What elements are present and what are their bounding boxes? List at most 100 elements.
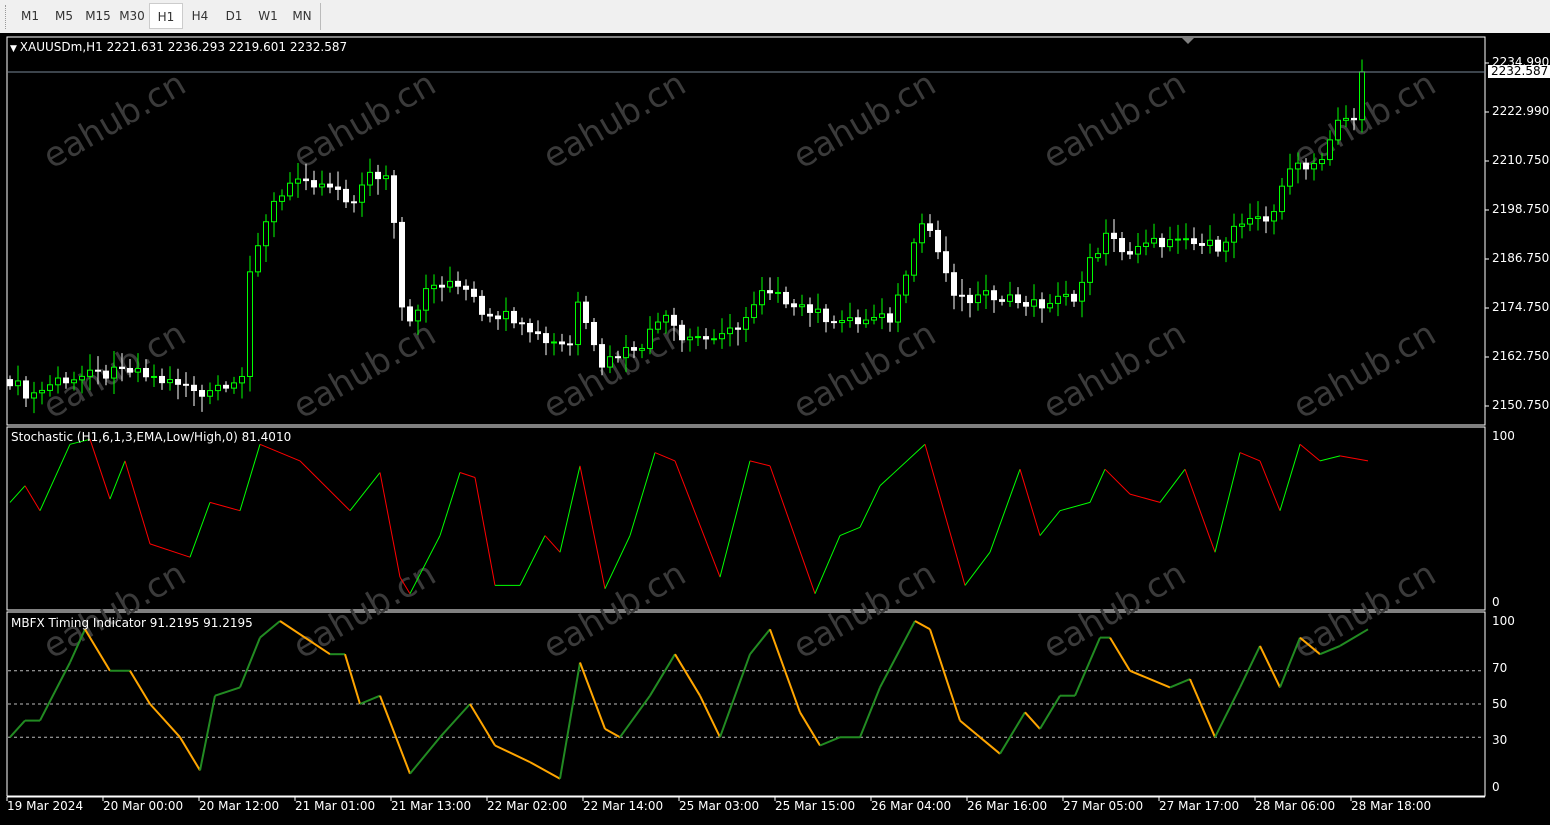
bear-candle xyxy=(7,379,13,387)
price-axis-label: 2150.750 xyxy=(1492,398,1550,412)
bear-candle xyxy=(559,341,565,345)
mbfx-segment xyxy=(604,728,621,739)
time-axis-label: 20 Mar 00:00 xyxy=(103,799,184,813)
stochastic-segment xyxy=(9,485,26,503)
bull-candle xyxy=(1335,119,1341,141)
bull-candle xyxy=(1047,302,1053,309)
stochastic-segment xyxy=(629,452,656,536)
watermark: eahub.cn xyxy=(536,314,692,427)
bull-candle xyxy=(1255,216,1261,220)
stochastic-title: Stochastic (H1,6,1,3,EMA,Low/High,0) 81.… xyxy=(11,430,292,444)
stochastic-segment xyxy=(89,439,111,500)
stochastic-segment xyxy=(544,535,561,553)
mbfx-segment xyxy=(344,653,361,705)
stochastic-segment xyxy=(1159,468,1186,503)
stochastic-segment xyxy=(299,460,351,512)
bull-candle xyxy=(1343,117,1349,121)
bull-candle xyxy=(71,379,77,384)
bull-candle xyxy=(1175,238,1181,241)
bull-candle xyxy=(1143,242,1149,248)
bear-candle xyxy=(495,315,501,320)
bear-candle xyxy=(703,336,709,340)
stochastic-segment xyxy=(859,485,881,528)
mbfx-segment xyxy=(149,703,181,738)
bull-candle xyxy=(1167,239,1173,248)
stochastic-segment xyxy=(1339,455,1369,462)
mbfx-segment xyxy=(579,662,606,730)
time-axis-label: 28 Mar 18:00 xyxy=(1351,799,1432,813)
bull-candle xyxy=(1087,257,1093,283)
bull-candle xyxy=(751,304,757,319)
stochastic-segment xyxy=(1279,444,1301,511)
mbfx-segment xyxy=(914,620,931,631)
bull-candle xyxy=(1151,237,1157,244)
bull-candle xyxy=(359,184,365,203)
bull-candle xyxy=(447,280,453,288)
bear-candle xyxy=(23,380,29,399)
mbfx-segment xyxy=(649,653,676,697)
bull-candle xyxy=(1311,163,1317,170)
bear-candle xyxy=(527,323,533,333)
bull-candle xyxy=(1279,185,1285,213)
price-axis-label: 2186.750 xyxy=(1492,251,1550,265)
bear-candle xyxy=(1351,117,1357,121)
mbfx-segment xyxy=(1024,711,1041,730)
bull-candle xyxy=(759,290,765,306)
bear-candle xyxy=(471,288,477,297)
time-axis-label: 20 Mar 12:00 xyxy=(199,799,280,813)
mbfx-segment xyxy=(1259,645,1281,688)
bull-candle xyxy=(367,171,373,186)
bear-candle xyxy=(567,343,573,346)
price-axis-label: 2198.750 xyxy=(1492,202,1550,216)
bear-candle xyxy=(1111,232,1117,240)
chart-canvas[interactable]: eahub.cn eahub.cn eahub.cn eahub.cn eahub.cn… xyxy=(0,0,1550,825)
stochastic-segment xyxy=(1184,469,1216,553)
bull-candle xyxy=(1207,239,1213,246)
stochastic-segment xyxy=(24,485,41,511)
watermark: eahub.cn xyxy=(36,64,192,177)
bear-candle xyxy=(583,301,589,323)
bull-candle xyxy=(687,336,693,341)
time-axis-label: 21 Mar 13:00 xyxy=(391,799,472,813)
stochastic-segment xyxy=(769,465,816,594)
mbfx-segment xyxy=(1039,695,1061,730)
bear-candle xyxy=(191,384,197,392)
bull-candle xyxy=(239,375,245,384)
bear-candle xyxy=(511,310,517,324)
bear-candle xyxy=(1191,238,1197,245)
mbfx-segment xyxy=(259,620,281,639)
bear-candle xyxy=(1199,243,1205,246)
mbfx-segment xyxy=(559,662,581,779)
mbfx-segment xyxy=(1189,678,1216,738)
bull-candle xyxy=(1063,293,1069,297)
stochastic-segment xyxy=(654,452,676,462)
bull-candle xyxy=(551,341,557,344)
bull-candle xyxy=(775,291,781,294)
stochastic-segment xyxy=(459,472,476,478)
bull-candle xyxy=(231,382,237,389)
mbfx-segment xyxy=(214,686,241,697)
watermark: eahub.cn xyxy=(786,314,942,427)
bull-candle xyxy=(1239,223,1245,227)
stochastic-segment xyxy=(1259,460,1281,511)
collapse-triangle-icon[interactable]: ▼ xyxy=(10,44,20,54)
bull-candle xyxy=(863,319,869,325)
bull-candle xyxy=(815,308,821,313)
bull-candle xyxy=(87,369,93,377)
bull-candle xyxy=(1103,232,1109,255)
bear-candle xyxy=(791,303,797,308)
bear-candle xyxy=(543,333,549,344)
mbfx-segment xyxy=(359,694,381,705)
bull-candle xyxy=(47,384,53,391)
symbol-ohlc: XAUUSDm,H1 2221.631 2236.293 2219.601 22… xyxy=(19,40,348,54)
stochastic-segment xyxy=(379,472,401,578)
bear-candle xyxy=(407,306,413,322)
bull-candle xyxy=(1319,159,1325,165)
bull-candle xyxy=(207,390,213,397)
mbfx-segment xyxy=(619,695,651,738)
bull-candle xyxy=(1183,238,1189,241)
stochastic-segment xyxy=(964,551,991,586)
stochastic-segment xyxy=(39,444,71,511)
stochastic-segment xyxy=(1319,455,1341,462)
bear-candle xyxy=(1039,299,1045,309)
